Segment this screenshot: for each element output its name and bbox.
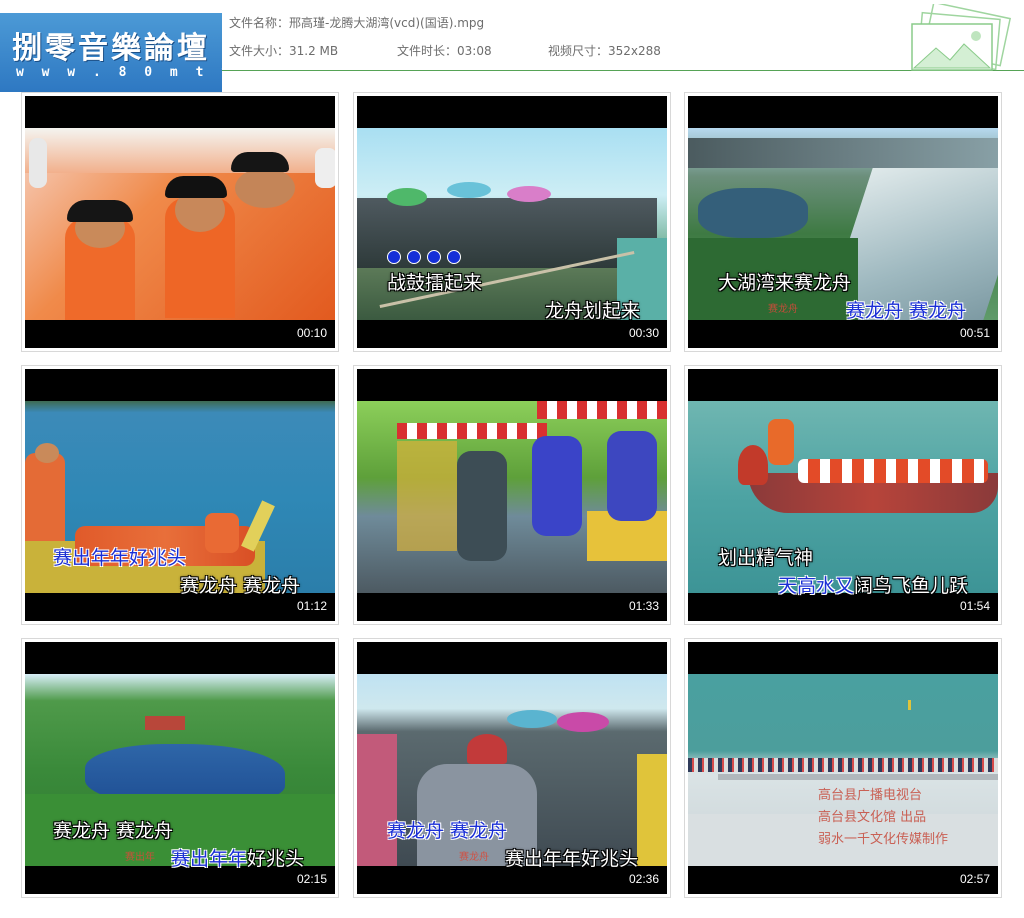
lyric-line-2b: 阔鸟飞鱼儿跃	[854, 575, 969, 597]
video-frame: 赛龙舟 赛龙舟 赛龙舟 赛出年年好兆头 02:36	[357, 642, 667, 894]
timestamp: 01:54	[959, 599, 990, 613]
file-name-value: 邢高瑾-龙腾大湖湾(vcd)(国语).mpg	[289, 16, 485, 30]
lyric-line-1: 赛出年年好兆头	[53, 543, 186, 570]
file-size-row: 文件大小：31.2 MB	[229, 42, 338, 59]
timestamp: 00:10	[296, 326, 327, 340]
lyric-preview: 赛龙舟	[459, 852, 489, 863]
file-duration-value: 03:08	[457, 44, 492, 58]
lyric-line-2: 龙舟划起来	[545, 300, 641, 322]
lyric-line-1: 大湖湾来赛龙舟	[718, 272, 852, 294]
lyric-line-1: 赛龙舟 赛龙舟	[53, 820, 174, 842]
video-dims-row: 视频尺寸：352x288	[548, 42, 661, 59]
lyric-line-2a: 天高水又	[778, 575, 855, 597]
file-duration-label: 文件时长：	[397, 44, 458, 58]
lyric-line-1: 赛龙舟 赛龙舟	[387, 816, 507, 843]
video-frame: 高台县广播电视台 高台县文化馆 出品 弱水一千文化传媒制作 02:57	[688, 642, 998, 894]
thumbnail-9[interactable]: 高台县广播电视台 高台县文化馆 出品 弱水一千文化传媒制作 02:57	[684, 638, 1002, 898]
video-frame: 赛龙舟 赛龙舟 赛出年 赛出年年好兆头 02:15	[25, 642, 335, 894]
lyric-line-1-text: 赛龙舟 赛龙舟	[387, 820, 508, 842]
thumbnail-5[interactable]: 01:33	[353, 365, 671, 625]
file-size-label: 文件大小：	[229, 44, 290, 58]
video-frame: 00:10	[25, 96, 335, 348]
lyric-preview: 赛出年	[125, 852, 155, 863]
frame-image	[357, 401, 667, 593]
timestamp: 01:12	[296, 599, 327, 613]
video-frame: 战鼓擂起来 龙舟划起来 00:30	[357, 96, 667, 348]
frame-image	[25, 128, 335, 320]
timestamp: 02:57	[959, 872, 990, 886]
lyric-line-2b: 好兆头	[247, 848, 305, 870]
lyric-line-2: 天高水又阔鸟飞鱼儿跃	[778, 571, 968, 598]
lyric-line-2b: 赛龙舟	[909, 300, 967, 322]
logo-site-name: 捌零音樂論壇	[12, 31, 210, 66]
video-dims-value: 352x288	[608, 44, 661, 58]
site-logo: 捌零音樂論壇 w w w . 8 0 m t v . c o m	[0, 13, 222, 92]
lyric-line-1: 划出精气神	[718, 547, 814, 569]
thumbnail-3[interactable]: 大湖湾来赛龙舟 赛龙舟 赛龙舟 赛龙舟 00:51	[684, 92, 1002, 352]
timestamp: 00:30	[628, 326, 659, 340]
logo-site-url: w w w . 8 0 m t v . c o m	[16, 65, 222, 80]
photo-stack-icon	[911, 4, 1012, 71]
timestamp: 02:15	[296, 872, 327, 886]
video-frame: 大湖湾来赛龙舟 赛龙舟 赛龙舟 赛龙舟 00:51	[688, 96, 998, 348]
thumbnail-2[interactable]: 战鼓擂起来 龙舟划起来 00:30	[353, 92, 671, 352]
thumbnail-1[interactable]: 00:10	[21, 92, 339, 352]
lyric-line-1-text: 赛出年年好兆头	[53, 547, 187, 569]
thumbnail-7[interactable]: 赛龙舟 赛龙舟 赛出年 赛出年年好兆头 02:15	[21, 638, 339, 898]
thumbnail-4[interactable]: 赛出年年好兆头 赛龙舟 赛龙舟 01:12	[21, 365, 339, 625]
credit-line-2: 高台县文化馆 出品	[818, 810, 927, 825]
timestamp: 01:33	[628, 599, 659, 613]
lyric-line-2: 赛出年年好兆头	[505, 848, 639, 870]
video-dims-label: 视频尺寸：	[548, 44, 609, 58]
file-name-row: 文件名称：邢高瑾-龙腾大湖湾(vcd)(国语).mpg	[229, 14, 484, 31]
file-duration-row: 文件时长：03:08	[397, 42, 492, 59]
file-size-value: 31.2 MB	[289, 44, 339, 58]
credit-line-1: 高台县广播电视台	[818, 788, 923, 803]
timestamp: 02:36	[628, 872, 659, 886]
lyric-line-1: 战鼓擂起来	[387, 272, 483, 294]
lyric-line-2: 赛龙舟 赛龙舟	[180, 575, 301, 597]
lyric-line-2: 赛龙舟 赛龙舟	[846, 296, 966, 323]
video-frame: 赛出年年好兆头 赛龙舟 赛龙舟 01:12	[25, 369, 335, 621]
lyric-preview: 赛龙舟	[768, 304, 798, 315]
lyric-line-2a: 赛龙舟	[846, 300, 904, 322]
timestamp: 00:51	[959, 326, 990, 340]
video-frame: 划出精气神 天高水又阔鸟飞鱼儿跃 01:54	[688, 369, 998, 621]
credit-line-3: 弱水一千文化传媒制作	[818, 832, 949, 847]
file-name-label: 文件名称：	[229, 16, 290, 30]
thumbnail-8[interactable]: 赛龙舟 赛龙舟 赛龙舟 赛出年年好兆头 02:36	[353, 638, 671, 898]
lyric-line-2: 赛出年年好兆头	[171, 844, 304, 871]
thumbnail-6[interactable]: 划出精气神 天高水又阔鸟飞鱼儿跃 01:54	[684, 365, 1002, 625]
lyric-line-2a: 赛出年年	[171, 848, 248, 870]
video-frame: 01:33	[357, 369, 667, 621]
header-divider	[222, 70, 1024, 71]
